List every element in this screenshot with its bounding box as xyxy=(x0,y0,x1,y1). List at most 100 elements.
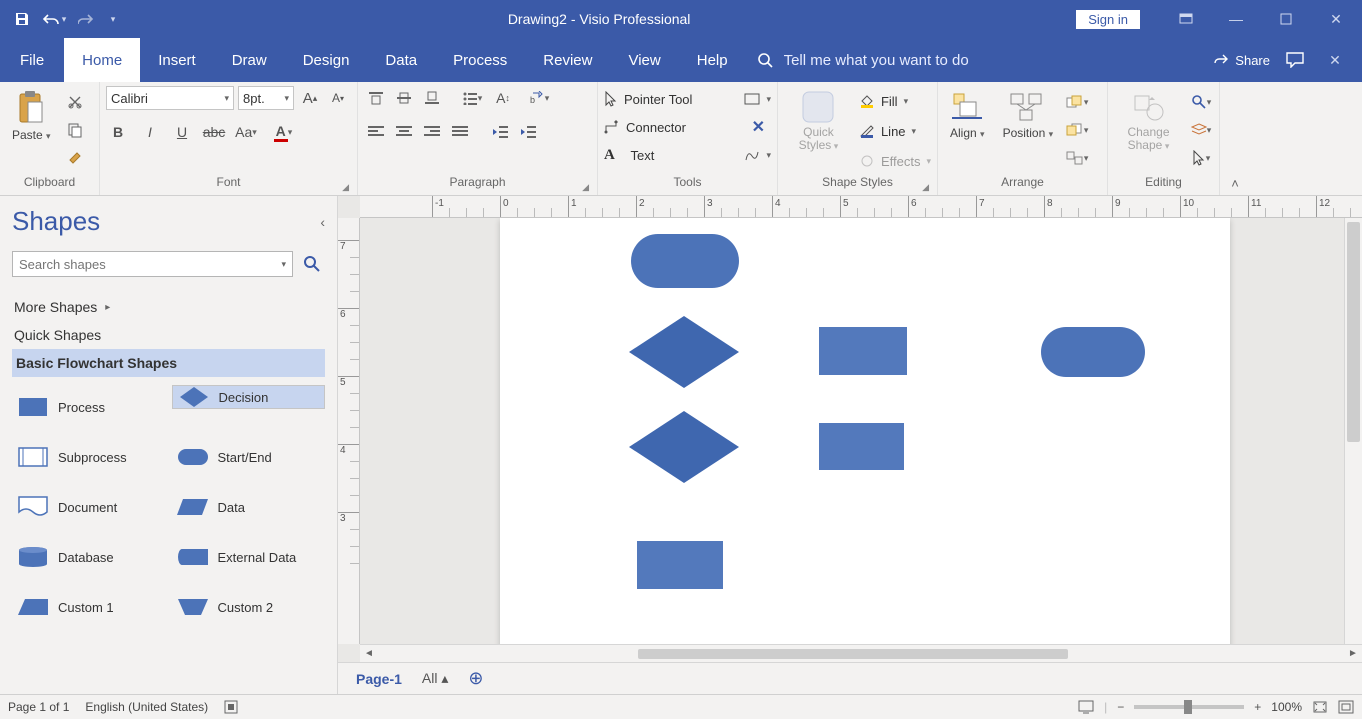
underline-button[interactable]: U xyxy=(170,120,194,144)
shape-data[interactable]: Data xyxy=(172,485,326,529)
increase-indent-button[interactable] xyxy=(516,120,540,144)
basic-flowchart-category[interactable]: Basic Flowchart Shapes xyxy=(12,349,325,377)
align-middle-button[interactable] xyxy=(392,86,416,110)
canvas-shape-decision-1[interactable] xyxy=(628,315,740,389)
pointer-tool-button[interactable]: Pointer Tool xyxy=(604,86,692,112)
presentation-mode-button[interactable] xyxy=(1078,700,1094,714)
search-shapes-button[interactable] xyxy=(299,251,325,277)
tab-insert[interactable]: Insert xyxy=(140,38,214,82)
decrease-font-button[interactable]: A▾ xyxy=(326,86,350,110)
change-case-button[interactable]: Aa▾ xyxy=(234,120,258,144)
font-color-button[interactable]: A▾ xyxy=(266,120,300,144)
close-button[interactable]: ✕ xyxy=(1314,4,1358,34)
zoom-in-button[interactable]: + xyxy=(1254,700,1261,714)
horizontal-scrollbar[interactable]: ◄ ► xyxy=(360,644,1362,662)
scroll-left-button[interactable]: ◄ xyxy=(360,648,378,659)
scrollbar-thumb[interactable] xyxy=(1347,222,1360,442)
comments-button[interactable] xyxy=(1286,52,1304,68)
shape-external-data[interactable]: External Data xyxy=(172,535,326,579)
position-button[interactable]: Position ▾ xyxy=(997,86,1060,144)
add-page-button[interactable]: ⊕ xyxy=(468,668,483,689)
share-button[interactable]: Share xyxy=(1213,52,1270,68)
canvas-shape-process-2[interactable] xyxy=(818,422,905,471)
minimize-button[interactable]: — xyxy=(1214,4,1258,34)
canvas-shape-process-3[interactable] xyxy=(636,540,724,590)
tab-help[interactable]: Help xyxy=(679,38,746,82)
font-size-select[interactable]: 8pt.▾ xyxy=(238,86,294,110)
select-button[interactable]: ▾ xyxy=(1189,146,1213,170)
italic-button[interactable]: I xyxy=(138,120,162,144)
font-dialog-launcher[interactable]: ◢ xyxy=(342,182,349,193)
scrollbar-thumb-h[interactable] xyxy=(638,649,1068,659)
increase-font-button[interactable]: A▴ xyxy=(298,86,322,110)
layers-button[interactable]: ▾ xyxy=(1189,118,1213,142)
align-bottom-button[interactable] xyxy=(420,86,444,110)
qat-customize-icon[interactable]: ▾ xyxy=(104,5,122,33)
align-top-button[interactable] xyxy=(364,86,388,110)
shape-decision[interactable]: Decision xyxy=(172,385,326,409)
canvas-shape-decision-2[interactable] xyxy=(628,410,740,484)
decrease-indent-button[interactable] xyxy=(488,120,512,144)
all-pages-button[interactable]: All ▴ xyxy=(422,670,448,687)
bullets-button[interactable]: ▾ xyxy=(460,86,484,110)
align-button[interactable]: Align ▾ xyxy=(944,86,991,144)
paragraph-dialog-launcher[interactable]: ◢ xyxy=(582,182,589,193)
find-button[interactable]: ▾ xyxy=(1189,90,1213,114)
close-pane-button[interactable]: ✕ xyxy=(1320,45,1350,75)
canvas-shape-startend-1[interactable] xyxy=(630,233,740,289)
tab-view[interactable]: View xyxy=(610,38,678,82)
rectangle-tool-button[interactable]: ▾ xyxy=(744,86,771,112)
vertical-scrollbar[interactable] xyxy=(1344,218,1362,644)
macro-record-button[interactable] xyxy=(224,700,238,714)
shape-custom1[interactable]: Custom 1 xyxy=(12,585,166,629)
shape-document[interactable]: Document xyxy=(12,485,166,529)
font-name-select[interactable]: Calibri▾ xyxy=(106,86,234,110)
canvas-shape-process-1[interactable] xyxy=(818,326,908,376)
connector-tool-button[interactable]: Connector xyxy=(604,114,686,140)
format-painter-button[interactable] xyxy=(63,146,87,170)
tab-data[interactable]: Data xyxy=(367,38,435,82)
fit-window-button[interactable] xyxy=(1338,700,1354,714)
ink-tool-button[interactable]: ▾ xyxy=(744,142,771,168)
signin-button[interactable]: Sign in xyxy=(1076,10,1140,29)
zoom-out-button[interactable]: − xyxy=(1117,700,1124,714)
group-button[interactable]: ▾ xyxy=(1065,146,1089,170)
more-shapes-button[interactable]: More Shapes▸ xyxy=(12,293,325,321)
shape-start-end[interactable]: Start/End xyxy=(172,435,326,479)
search-shapes-box[interactable]: ▾ xyxy=(12,251,293,277)
redo-button[interactable] xyxy=(72,5,100,33)
save-icon[interactable] xyxy=(8,5,36,33)
status-language[interactable]: English (United States) xyxy=(85,700,208,714)
quick-styles-button[interactable]: Quick Styles ▾ xyxy=(784,86,853,156)
fit-page-button[interactable] xyxy=(1312,700,1328,714)
shape-process[interactable]: Process xyxy=(12,385,166,429)
cut-button[interactable] xyxy=(63,90,87,114)
text-tool-button[interactable]: A Text xyxy=(604,142,654,168)
tab-draw[interactable]: Draw xyxy=(214,38,285,82)
copy-button[interactable] xyxy=(63,118,87,142)
drawing-viewport[interactable] xyxy=(360,218,1344,644)
send-back-button[interactable]: ▾ xyxy=(1065,118,1089,142)
zoom-slider[interactable] xyxy=(1134,705,1244,709)
justify-button[interactable] xyxy=(448,120,472,144)
line-button[interactable]: Line▾ xyxy=(859,118,931,144)
scroll-right-button[interactable]: ► xyxy=(1344,648,1362,659)
quick-shapes-button[interactable]: Quick Shapes xyxy=(12,321,325,349)
paste-button[interactable]: Paste ▾ xyxy=(6,86,57,146)
tab-design[interactable]: Design xyxy=(285,38,368,82)
maximize-button[interactable] xyxy=(1264,4,1308,34)
align-right-button[interactable] xyxy=(420,120,444,144)
search-dropdown-icon[interactable]: ▾ xyxy=(281,259,286,270)
align-left-button[interactable] xyxy=(364,120,388,144)
effects-button[interactable]: Effects▾ xyxy=(859,148,931,174)
tell-me[interactable] xyxy=(756,38,1044,82)
tab-file[interactable]: File xyxy=(0,38,64,82)
page-tab-1[interactable]: Page-1 xyxy=(356,671,402,687)
collapse-shapes-button[interactable]: ‹ xyxy=(320,214,325,230)
shape-database[interactable]: Database xyxy=(12,535,166,579)
drawing-page[interactable] xyxy=(500,218,1230,644)
collapse-ribbon-button[interactable]: ˄ xyxy=(1220,82,1250,195)
bring-front-button[interactable]: ▾ xyxy=(1065,90,1089,114)
bold-button[interactable]: B xyxy=(106,120,130,144)
search-shapes-input[interactable] xyxy=(19,257,281,272)
